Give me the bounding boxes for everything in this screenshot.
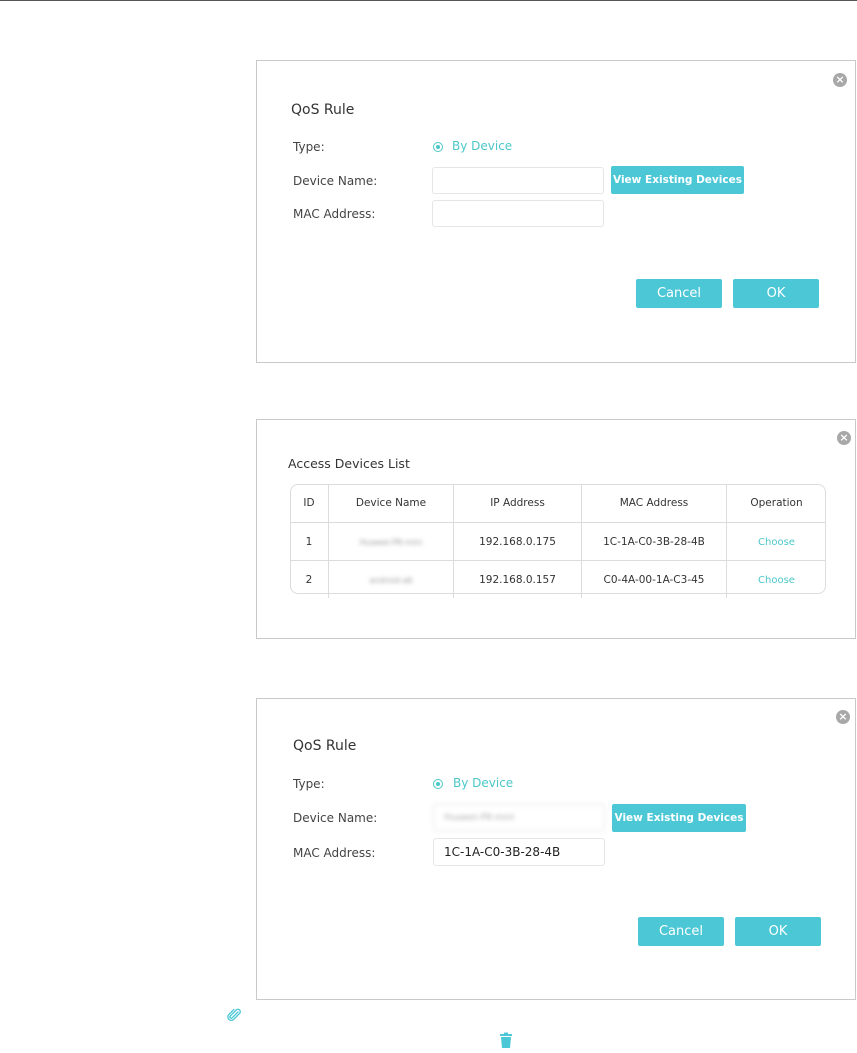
paperclip-icon: [227, 1008, 241, 1021]
table-row: 1 Huawei-P8-mini 192.168.0.175 1C-1A-C0-…: [290, 522, 826, 561]
close-icon[interactable]: ×: [836, 710, 850, 724]
col-id: ID: [290, 484, 329, 523]
view-existing-devices-button[interactable]: View Existing Devices: [611, 166, 744, 194]
cell-device-name: android-a6: [328, 560, 454, 598]
trash-icon: [500, 1032, 512, 1048]
table-header-row: ID Device Name IP Address MAC Address Op…: [290, 484, 826, 523]
cell-mac: C0-4A-00-1A-C3-45: [581, 560, 727, 598]
col-ip-address: IP Address: [453, 484, 582, 523]
device-name-label: Device Name:: [293, 174, 378, 188]
ok-button[interactable]: OK: [735, 917, 821, 946]
close-icon[interactable]: ×: [837, 431, 851, 445]
qos-rule-dialog-filled: × QoS Rule Type: By Device Device Name: …: [256, 698, 856, 1000]
qos-rule-dialog-empty: × QoS Rule Type: By Device Device Name: …: [256, 60, 856, 363]
by-device-label[interactable]: By Device: [452, 139, 512, 153]
device-name-text: Huawei-P8-mini: [359, 537, 423, 547]
choose-link[interactable]: Choose: [758, 575, 795, 586]
mac-address-label: MAC Address:: [293, 207, 376, 221]
device-name-label: Device Name:: [293, 811, 378, 825]
close-icon[interactable]: ×: [833, 73, 847, 87]
by-device-radio[interactable]: [433, 142, 443, 152]
cell-operation: Choose: [726, 522, 826, 561]
table-row: 2 android-a6 192.168.0.157 C0-4A-00-1A-C…: [290, 560, 826, 598]
cell-operation: Choose: [726, 560, 826, 598]
cell-ip: 192.168.0.157: [453, 560, 582, 598]
ok-button[interactable]: OK: [733, 279, 819, 308]
mac-address-input[interactable]: [432, 200, 604, 227]
cell-ip: 192.168.0.175: [453, 522, 582, 561]
choose-link[interactable]: Choose: [758, 537, 795, 548]
cell-id: 1: [290, 522, 329, 561]
cancel-button[interactable]: Cancel: [638, 917, 724, 946]
cell-mac: 1C-1A-C0-3B-28-4B: [581, 522, 727, 561]
col-mac-address: MAC Address: [581, 484, 727, 523]
cancel-button[interactable]: Cancel: [636, 279, 722, 308]
col-device-name: Device Name: [328, 484, 454, 523]
cell-id: 2: [305, 573, 313, 586]
device-name-input[interactable]: [433, 804, 605, 831]
dialog-title: Access Devices List: [288, 456, 410, 471]
devices-table: ID Device Name IP Address MAC Address Op…: [290, 484, 826, 598]
col-operation: Operation: [726, 484, 826, 523]
view-existing-devices-button[interactable]: View Existing Devices: [612, 804, 746, 832]
dialog-title: QoS Rule: [293, 738, 357, 754]
by-device-label[interactable]: By Device: [453, 776, 513, 790]
top-rule: [0, 0, 857, 1]
by-device-radio[interactable]: [433, 779, 443, 789]
mac-address-label: MAC Address:: [293, 846, 376, 860]
cell-device-name: Huawei-P8-mini: [328, 522, 454, 561]
device-name-input[interactable]: [432, 167, 604, 194]
mac-address-input[interactable]: [433, 838, 605, 866]
dialog-title: QoS Rule: [291, 102, 355, 118]
access-devices-dialog: × Access Devices List ID Device Name IP …: [256, 419, 856, 639]
device-name-text: android-a6: [369, 575, 413, 585]
type-label: Type:: [293, 777, 325, 791]
type-label: Type:: [293, 140, 325, 154]
